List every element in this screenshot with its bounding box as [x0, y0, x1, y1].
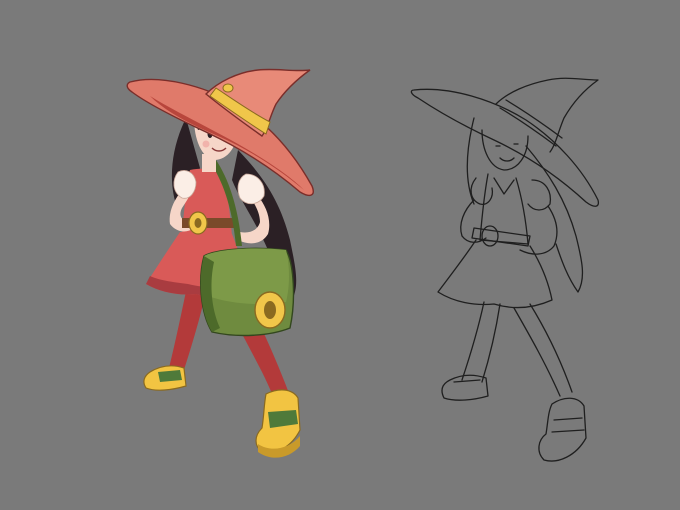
lineart-left-shoe [441, 374, 489, 401]
artwork-canvas [0, 0, 680, 510]
lineart-skirt [437, 239, 553, 309]
lineart-hat-brim [410, 88, 600, 207]
lineart-right-leg [513, 303, 573, 397]
lineart-buckle [481, 225, 499, 247]
left-cheek [202, 140, 210, 148]
lineart-right-sleeve [527, 179, 552, 211]
lineart-face [481, 129, 529, 171]
lineart-hair [466, 117, 584, 293]
lineart-right-shoe [538, 397, 587, 462]
lineart-collar [493, 177, 515, 195]
bag-buckle-inner [264, 301, 276, 319]
colored-witch [126, 68, 314, 458]
lineart-witch [410, 77, 600, 462]
lineart-right-arm [519, 205, 558, 255]
left-sleeve [173, 170, 197, 199]
left-shoe-strap [158, 370, 182, 382]
character-sheet [126, 68, 600, 462]
lineart-torso [479, 173, 529, 245]
hat-band-knob [222, 83, 234, 93]
lineart-left-leg [461, 301, 501, 383]
left-leg [168, 282, 206, 376]
belt-buckle-hole [194, 218, 202, 228]
